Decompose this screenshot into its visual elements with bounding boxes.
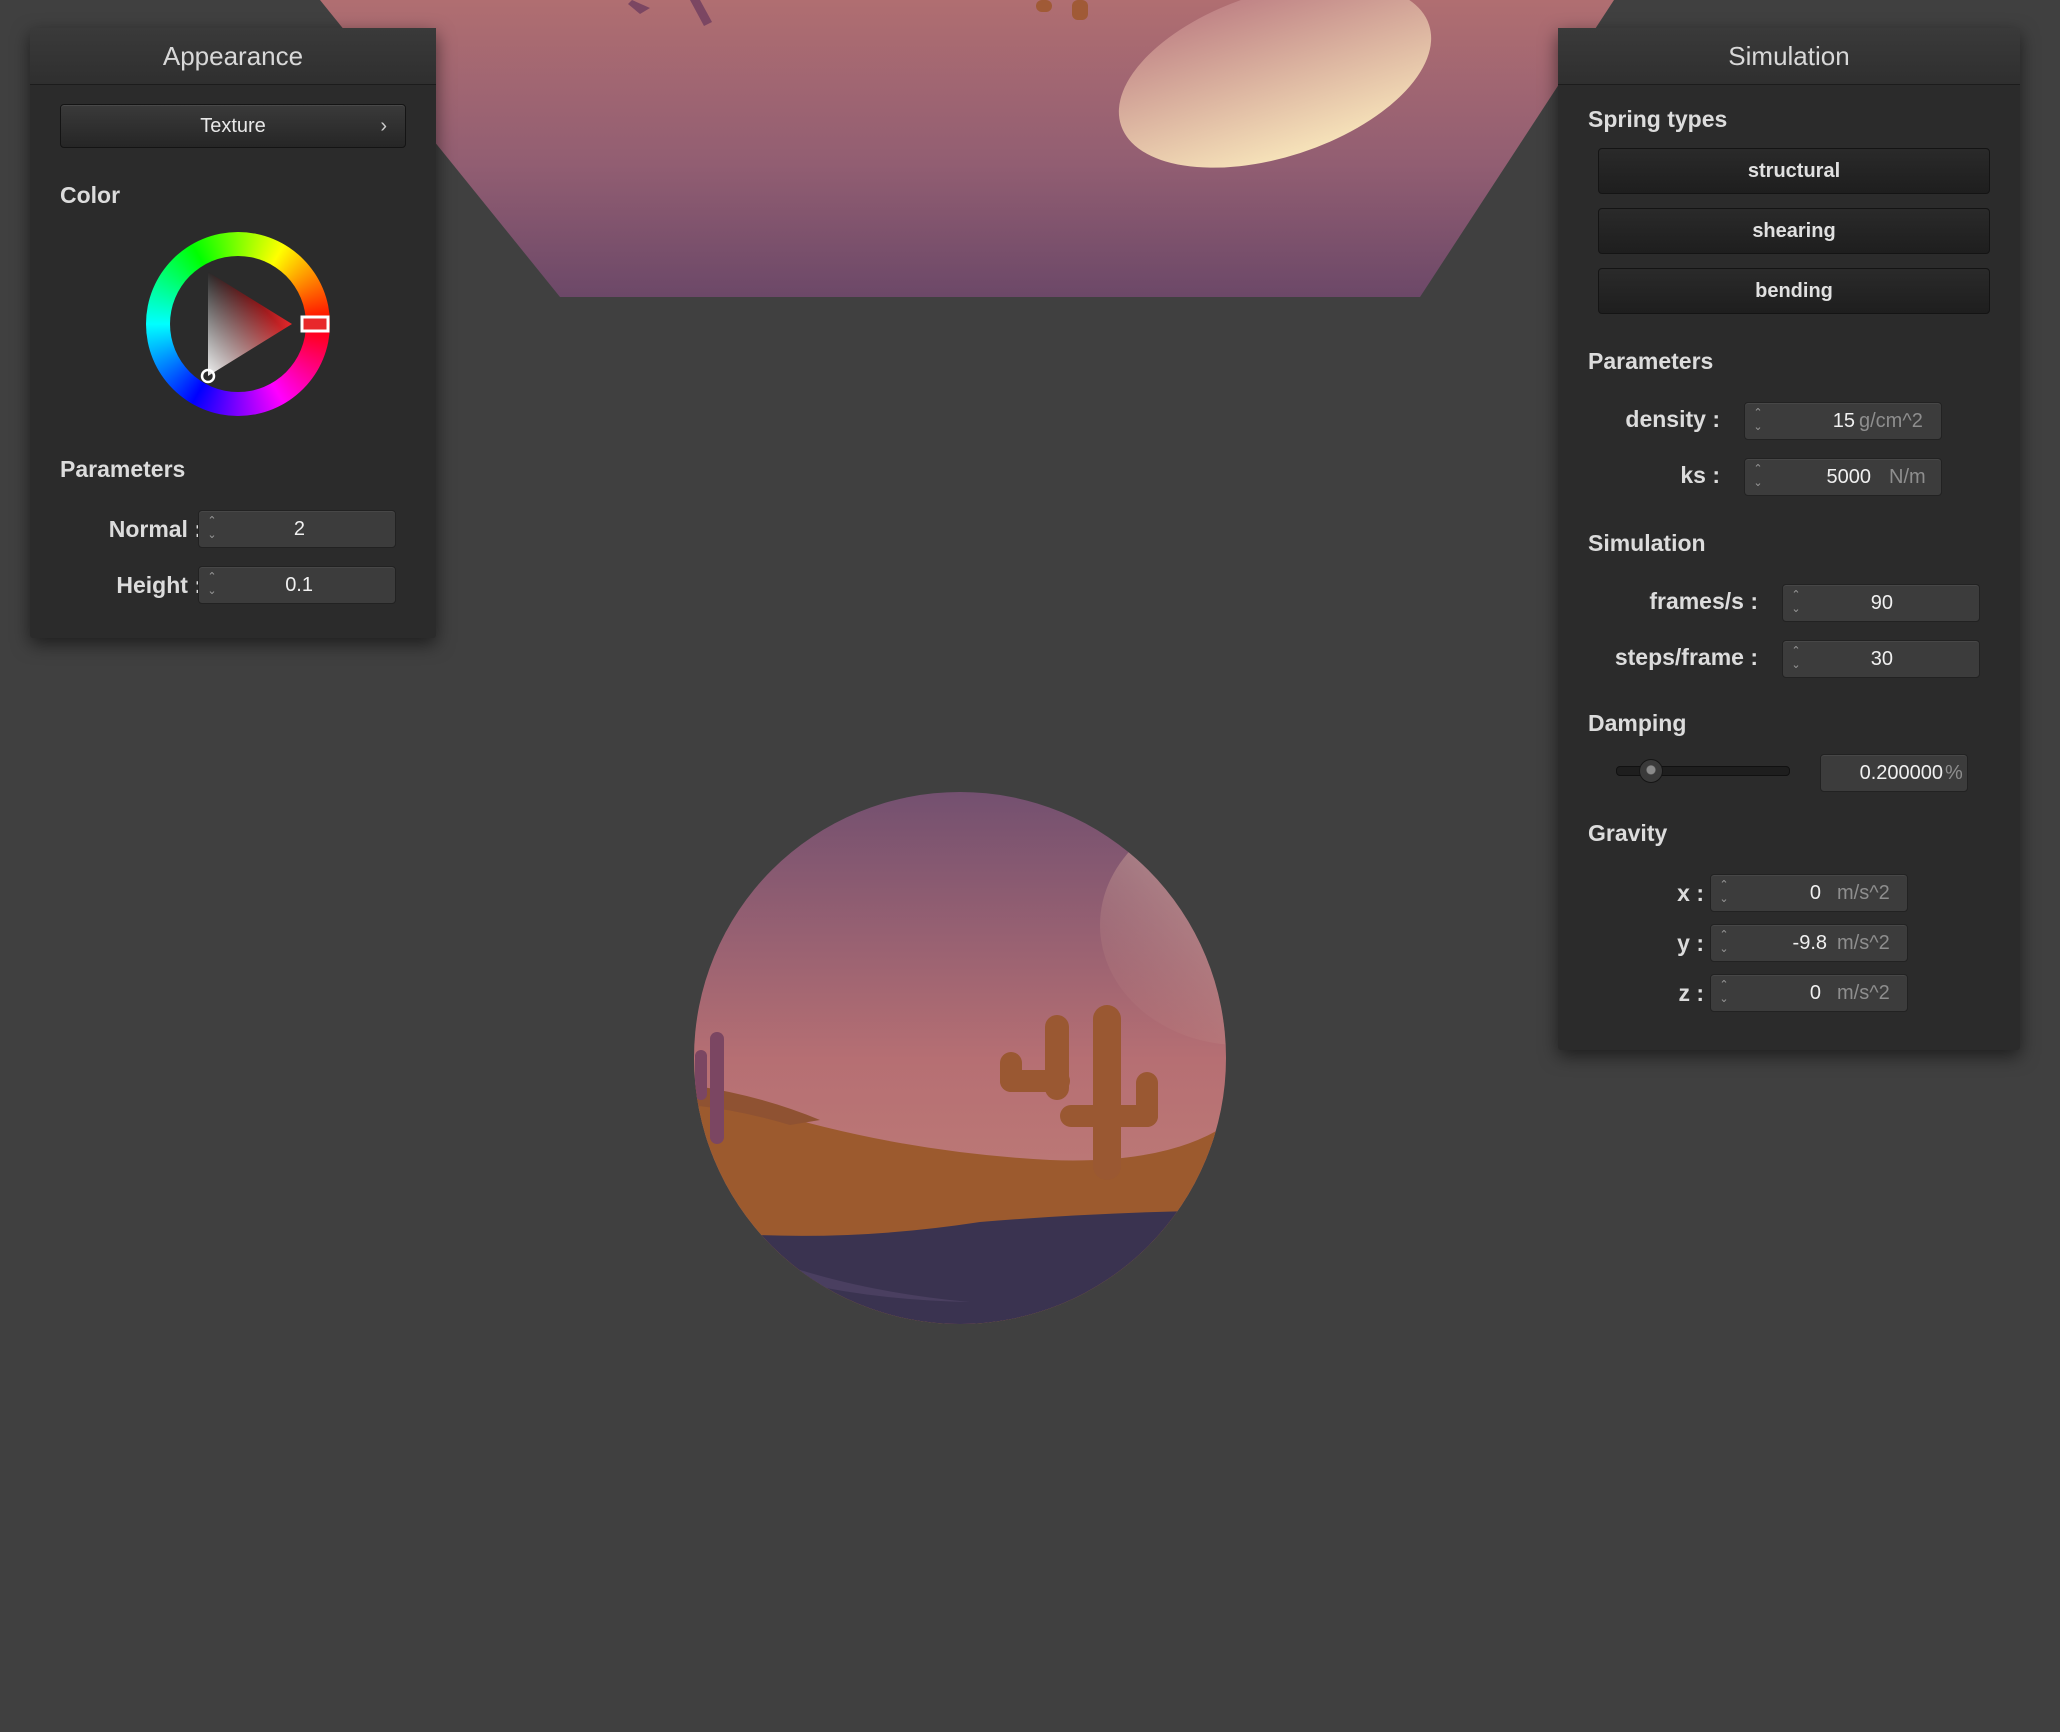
- ks-input[interactable]: ⌃ ⌄ 5000 N/m: [1744, 458, 1942, 496]
- structural-button-label: structural: [1747, 160, 1841, 182]
- gravity-x-input[interactable]: ⌃ ⌄ 0 m/s^2: [1710, 874, 1908, 912]
- fps-input[interactable]: ⌃ ⌄ 90: [1782, 584, 1980, 622]
- density-unit: g/cm^2: [1859, 410, 1923, 432]
- stepper-arrows-icon[interactable]: ⌃ ⌄: [1751, 462, 1765, 492]
- simulation-panel: Simulation Spring types structural shear…: [1558, 28, 2020, 1050]
- bending-button-label: bending: [1755, 280, 1833, 302]
- gravity-x-value: 0: [1809, 882, 1821, 904]
- gravity-z-value: 0: [1809, 982, 1821, 1004]
- gravity-z-input[interactable]: ⌃ ⌄ 0 m/s^2: [1710, 974, 1908, 1012]
- damping-label: Damping: [1588, 710, 1687, 736]
- cloth-mesh: [320, 0, 1614, 297]
- texture-button[interactable]: Texture ›: [60, 104, 406, 148]
- shearing-button[interactable]: shearing: [1598, 208, 1990, 254]
- density-value: 15: [1832, 410, 1855, 432]
- stepper-arrows-icon[interactable]: ⌃ ⌄: [1751, 406, 1765, 436]
- steps-label: steps/frame :: [1614, 644, 1758, 670]
- height-input[interactable]: ⌃ ⌄ 0.1: [198, 566, 396, 604]
- stepper-arrows-icon[interactable]: ⌃ ⌄: [205, 514, 219, 544]
- appearance-panel: Appearance Texture › Color Parameters No…: [30, 28, 436, 638]
- steps-value: 30: [1870, 648, 1893, 670]
- ks-value: 5000: [1826, 466, 1872, 488]
- gravity-x-label: x :: [1677, 880, 1704, 906]
- structural-button[interactable]: structural: [1598, 148, 1990, 194]
- gravity-x-unit: m/s^2: [1837, 882, 1890, 904]
- simulation-panel-title: Simulation: [1558, 28, 2020, 85]
- color-wheel[interactable]: [146, 232, 330, 416]
- simulation-parameters-label: Parameters: [1588, 348, 1714, 374]
- stepper-arrows-icon[interactable]: ⌃ ⌄: [1717, 928, 1731, 958]
- height-value: 0.1: [285, 574, 313, 596]
- stepper-arrows-icon[interactable]: ⌃ ⌄: [1717, 978, 1731, 1008]
- damping-value: 0.200000: [1859, 762, 1943, 784]
- gravity-y-input[interactable]: ⌃ ⌄ -9.8 m/s^2: [1710, 924, 1908, 962]
- damping-input[interactable]: 0.200000 %: [1820, 754, 1968, 792]
- texture-button-label: Texture: [200, 115, 266, 137]
- fps-label: frames/s :: [1649, 588, 1758, 614]
- sphere-object: [694, 792, 1226, 1324]
- height-label: Height :: [116, 572, 202, 598]
- appearance-panel-title: Appearance: [30, 28, 436, 85]
- density-input[interactable]: ⌃ ⌄ 15 g/cm^2: [1744, 402, 1942, 440]
- damping-unit: %: [1945, 762, 1963, 784]
- shearing-button-label: shearing: [1752, 220, 1836, 242]
- gravity-z-label: z :: [1678, 980, 1704, 1006]
- ks-unit: N/m: [1889, 466, 1926, 488]
- normal-label: Normal :: [108, 516, 202, 542]
- bending-button[interactable]: bending: [1598, 268, 1990, 314]
- normal-value: 2: [293, 518, 305, 540]
- gravity-y-label: y :: [1677, 930, 1704, 956]
- gravity-y-unit: m/s^2: [1837, 932, 1890, 954]
- ks-label: ks :: [1680, 462, 1720, 488]
- damping-slider-knob[interactable]: [1639, 759, 1664, 783]
- spring-types-label: Spring types: [1588, 106, 1728, 132]
- gravity-label: Gravity: [1588, 820, 1668, 846]
- simulation-section-label: Simulation: [1588, 530, 1706, 556]
- steps-input[interactable]: ⌃ ⌄ 30: [1782, 640, 1980, 678]
- color-label: Color: [60, 182, 121, 208]
- stepper-arrows-icon[interactable]: ⌃ ⌄: [1717, 878, 1731, 908]
- fps-value: 90: [1870, 592, 1893, 614]
- stepper-arrows-icon[interactable]: ⌃ ⌄: [205, 570, 219, 600]
- chevron-right-icon: ›: [380, 115, 387, 137]
- hue-handle[interactable]: [300, 315, 330, 333]
- stepper-arrows-icon[interactable]: ⌃ ⌄: [1789, 644, 1803, 674]
- stepper-arrows-icon[interactable]: ⌃ ⌄: [1789, 588, 1803, 618]
- normal-input[interactable]: ⌃ ⌄ 2: [198, 510, 396, 548]
- gravity-y-value: -9.8: [1792, 932, 1827, 954]
- density-label: density :: [1625, 406, 1720, 432]
- gravity-z-unit: m/s^2: [1837, 982, 1890, 1004]
- appearance-parameters-label: Parameters: [60, 456, 186, 482]
